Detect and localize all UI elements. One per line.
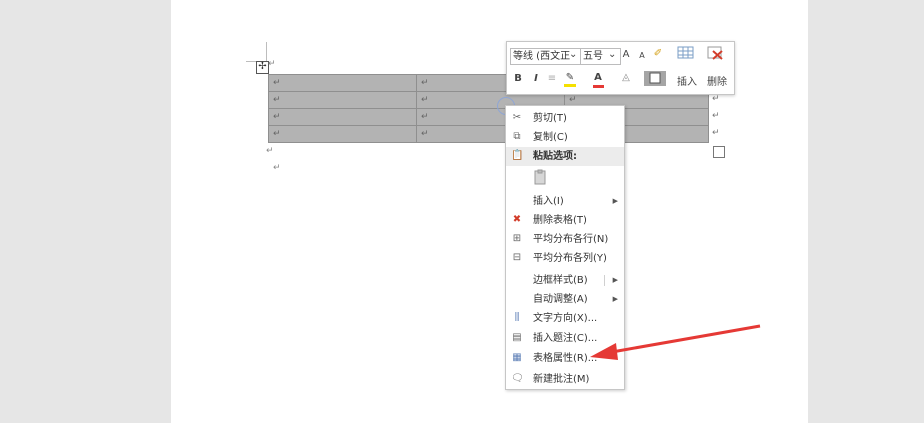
annotation-arrow <box>590 324 761 360</box>
